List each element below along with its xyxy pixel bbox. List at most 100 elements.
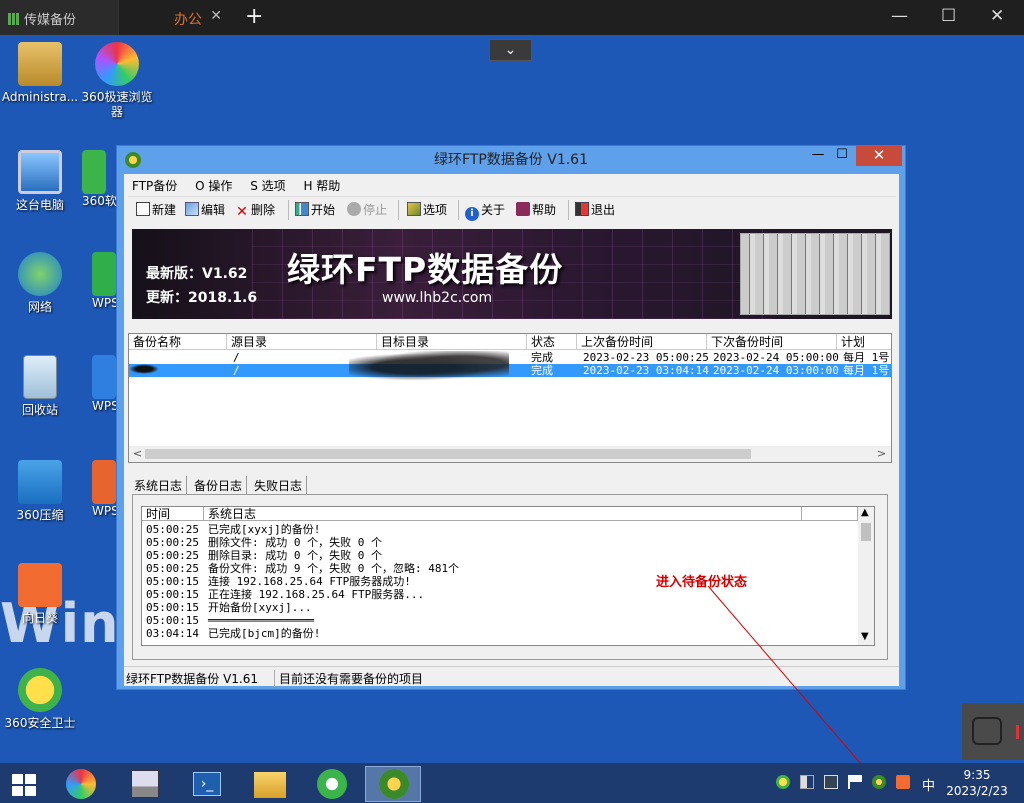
menu-help[interactable]: H 帮助: [303, 179, 340, 193]
file-explorer-icon[interactable]: [246, 766, 294, 802]
table-row-selected[interactable]: / 完成 2023-02-23 03:04:14 2023-02-24 03:0…: [129, 364, 891, 377]
menu-options[interactable]: S 选项: [250, 179, 285, 193]
sunflower-icon: [18, 563, 62, 607]
network-tray-icon[interactable]: [824, 775, 838, 789]
ftp-backup-window: 绿环FTP数据备份 V1.61 — ☐ ✕ FTP备份 O 操作 S 选项 H …: [116, 145, 906, 690]
tab-label: 传媒备份: [24, 13, 77, 28]
banner-title: 绿环FTP数据备份: [287, 250, 564, 289]
toolbar-separator: [568, 200, 569, 220]
list-header: 备份名称 源目录 目标目录 状态 上次备份时间 下次备份时间 计划: [129, 334, 891, 350]
wps-icon: [92, 355, 116, 399]
desktop-icon-wps-2[interactable]: WPS: [62, 355, 122, 414]
taskbar: ›_ 中 9:35 2023/2/23: [0, 763, 1024, 803]
help-button[interactable]: 帮助: [516, 201, 556, 218]
close-button[interactable]: ✕: [990, 6, 1004, 26]
tab-system-log[interactable]: 系统日志: [130, 476, 188, 495]
scroll-left-icon[interactable]: <: [133, 447, 142, 460]
system-clock[interactable]: 9:35 2023/2/23: [941, 767, 1013, 799]
menu-operate[interactable]: O 操作: [195, 179, 232, 193]
new-button[interactable]: 新建: [136, 201, 176, 218]
window-close-button[interactable]: ✕: [856, 146, 902, 166]
cell-source: /: [233, 351, 240, 364]
flag-icon[interactable]: [848, 775, 862, 789]
start-button[interactable]: 开始: [295, 201, 335, 218]
product-banner: 最新版：V1.62 更新：2018.1.6 绿环FTP数据备份 www.lhb2…: [132, 229, 892, 319]
desktop-icon-360-software[interactable]: 360软: [62, 150, 122, 209]
status-bar: 绿环FTP数据备份 V1.61 目前还没有需要备份的项目: [124, 666, 899, 687]
desktop-icon-360-browser[interactable]: 360极速浏览器: [77, 42, 157, 120]
cell-status: 完成: [531, 351, 553, 364]
column-header-source[interactable]: 源目录: [227, 334, 377, 350]
about-button[interactable]: i 关于: [465, 201, 505, 221]
column-header-status[interactable]: 状态: [527, 334, 577, 350]
stop-icon: [347, 202, 361, 216]
remote-control-button[interactable]: [962, 703, 1024, 760]
window-maximize-button[interactable]: ☐: [831, 146, 853, 166]
desktop-icon-360-security[interactable]: 360安全卫士: [0, 668, 80, 731]
cell-last-backup: 2023-02-23 05:00:25: [583, 351, 709, 364]
vertical-scrollbar[interactable]: ▲ ▼: [858, 507, 874, 645]
banner-url: www.lhb2c.com: [382, 290, 493, 306]
minimize-button[interactable]: —: [891, 6, 908, 26]
scroll-up-icon[interactable]: ▲: [861, 507, 869, 518]
clock-date: 2023/2/23: [946, 784, 1008, 798]
cell-plan: 每月 1号: [843, 364, 890, 377]
desktop-icon-administrator[interactable]: Administra...: [0, 42, 80, 105]
maximize-button[interactable]: ☐: [941, 6, 956, 26]
menubar: FTP备份 O 操作 S 选项 H 帮助: [124, 174, 899, 194]
close-tab-icon[interactable]: ✕: [210, 8, 222, 24]
window-minimize-button[interactable]: —: [807, 146, 829, 166]
banner-version: 最新版：V1.62: [146, 266, 248, 282]
column-header-target[interactable]: 目标目录: [377, 334, 527, 350]
new-tab-button[interactable]: +: [245, 4, 263, 29]
lhb2c-ftp-icon[interactable]: [365, 766, 421, 802]
edit-button[interactable]: 编辑: [185, 201, 225, 218]
360-tray-icon[interactable]: [776, 775, 790, 789]
powershell-icon[interactable]: ›_: [183, 766, 231, 802]
log-column-time[interactable]: 时间: [142, 507, 204, 521]
exit-button[interactable]: 退出: [575, 201, 615, 218]
system-log-list[interactable]: 时间 系统日志 05:00:25 已完成[xyxj]的备份! 05:00:25 删除…: [141, 506, 875, 646]
wps-icon: [92, 252, 116, 296]
scroll-down-icon[interactable]: ▼: [861, 631, 869, 642]
tab-backup-log[interactable]: 备份日志: [190, 476, 248, 495]
desktop-icon-wps-3[interactable]: WPS: [62, 460, 122, 519]
status-message: 目前还没有需要备份的项目: [274, 670, 423, 687]
log-row: 05:00:25 备份文件: 成功 9 个，失败 0 个，忽略: 481个: [146, 562, 460, 575]
scroll-right-icon[interactable]: >: [877, 447, 886, 460]
tab-office[interactable]: 办公 ✕: [118, 0, 238, 35]
desktop-icon-sunflower[interactable]: 向日葵: [0, 563, 80, 626]
options-button[interactable]: 选项: [407, 201, 447, 218]
app-logo-icon: [125, 152, 141, 168]
log-column-message[interactable]: 系统日志: [204, 507, 802, 521]
scrollbar-thumb[interactable]: [145, 449, 751, 459]
volume-muted-icon[interactable]: [800, 775, 814, 789]
horizontal-scrollbar[interactable]: < >: [129, 446, 891, 462]
ime-indicator[interactable]: 中: [922, 775, 935, 794]
backup-task-list[interactable]: 备份名称 源目录 目标目录 状态 上次备份时间 下次备份时间 计划 / 完成 2…: [128, 333, 892, 463]
toolbar-separator: [458, 200, 459, 220]
stop-button[interactable]: 停止: [347, 201, 387, 218]
sunflower-tray-icon[interactable]: [896, 775, 910, 789]
column-header-plan[interactable]: 计划: [837, 334, 891, 350]
delete-button[interactable]: ✕ 删除: [235, 201, 275, 219]
chevron-down-icon[interactable]: ⌄: [489, 39, 532, 61]
tab-failure-log[interactable]: 失败日志: [250, 476, 308, 495]
scrollbar-thumb[interactable]: [861, 523, 871, 541]
cell-source: /: [233, 364, 240, 377]
menu-ftp-backup[interactable]: FTP备份: [132, 179, 177, 193]
column-header-next-backup[interactable]: 下次备份时间: [707, 334, 837, 350]
360-app-icon[interactable]: [58, 766, 106, 802]
server-manager-icon[interactable]: [121, 766, 169, 802]
desktop-icon-wps-1[interactable]: WPS: [62, 252, 122, 311]
360-browser-icon[interactable]: [308, 766, 356, 802]
window-titlebar[interactable]: 绿环FTP数据备份 V1.61: [117, 146, 905, 174]
tab-media-backup[interactable]: 传媒备份: [0, 0, 118, 35]
log-header: 时间 系统日志: [142, 507, 858, 521]
windows-start-icon[interactable]: [0, 766, 48, 802]
column-header-name[interactable]: 备份名称: [129, 334, 227, 350]
options-icon: [407, 202, 421, 216]
ftp-backup-tray-icon[interactable]: [872, 775, 886, 789]
column-header-last-backup[interactable]: 上次备份时间: [577, 334, 707, 350]
table-row[interactable]: / 完成 2023-02-23 05:00:25 2023-02-24 05:0…: [129, 351, 891, 364]
